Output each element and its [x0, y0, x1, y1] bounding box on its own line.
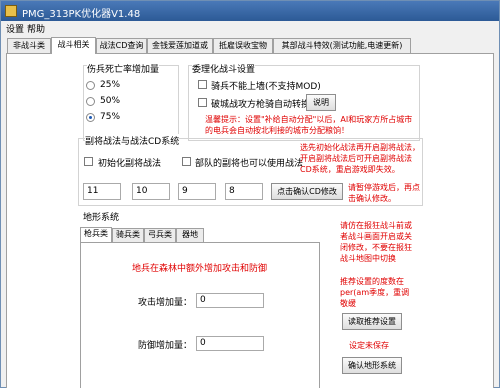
subtab-siege[interactable]: 器地	[176, 228, 204, 242]
init-deputy-checkbox[interactable]	[84, 157, 93, 166]
death-rate-radio-75[interactable]	[86, 113, 95, 122]
cd-value-2[interactable]: 10	[132, 183, 170, 200]
unit-deputy-label: 部队的副将也可以使用战法	[195, 159, 304, 169]
ai-settings-note: 温馨提示：设置"补给自动分配"以后，AI和玩家方所占城市的电兵会自动按北利接的城…	[205, 115, 413, 135]
deputy-tactic-note: 选先初始化战法再开启副将战法，开启副将战法后可开启副将战法CD系统，重启游戏即失…	[300, 143, 420, 174]
subtab-archer[interactable]: 弓兵类	[144, 228, 176, 242]
cd-value-4[interactable]: 8	[225, 183, 263, 200]
tab-treasure[interactable]: 抵雇误收宝物	[213, 38, 273, 53]
cd-value-1[interactable]: 11	[83, 183, 121, 200]
terrain-subpanel: 地兵在森林中额外增加攻击和防御 攻击增加量： 0 防御增加量： 0	[80, 242, 320, 388]
deputy-tactic-label: 副将战法与战法CD系统	[85, 134, 180, 147]
terrain-hint: 地兵在森林中额外增加攻击和防御	[132, 264, 268, 274]
terrain-note-3: 设定未保存	[349, 341, 389, 350]
death-rate-option-25: 25%	[100, 80, 121, 90]
subtab-spear[interactable]: 枪兵类	[80, 227, 112, 242]
terrain-system-label: 地形系统	[83, 210, 120, 223]
menu-bar: 设置 帮助	[1, 21, 499, 35]
app-icon	[5, 5, 17, 17]
cavalry-wall-label: 骑兵不能上墙(不支持MOD)	[211, 82, 321, 92]
cd-confirm-note: 请暂停游戏后，再点击确认修改。	[348, 183, 420, 203]
tab-non-combat[interactable]: 非战斗类	[7, 38, 51, 53]
tab-effects[interactable]: 其部战斗特效(测试功能,电速更新)	[273, 38, 411, 53]
death-rate-option-75: 75%	[100, 112, 121, 122]
attack-increase-label: 攻击增加量：	[138, 298, 193, 308]
death-rate-radio-25[interactable]	[86, 81, 95, 90]
menu-help[interactable]: 帮助	[27, 22, 45, 35]
terrain-note-2: 推荐设置的度数在per(am季度，重调敬缓	[340, 277, 410, 308]
window-title: PMG_313PK优化器V1.48	[22, 9, 141, 20]
confirm-cd-button[interactable]: 点击确认CD修改	[271, 183, 343, 200]
death-rate-label: 伤兵死亡率增加量	[87, 62, 160, 75]
siege-lancer-label: 破城战攻方枪骑自动转换	[211, 100, 311, 110]
cavalry-wall-checkbox[interactable]	[198, 80, 207, 89]
tab-money[interactable]: 金钱爱莲加道或	[147, 38, 213, 53]
confirm-terrain-button[interactable]: 确认地形系统	[342, 357, 402, 374]
read-recommended-button[interactable]: 读取推荐设置	[342, 313, 402, 330]
ai-settings-label: 委理化战斗设置	[192, 62, 256, 75]
tab-tactic-cd[interactable]: 战法CD查询	[96, 38, 147, 53]
subtab-cavalry[interactable]: 骑兵类	[112, 228, 144, 242]
death-rate-option-50: 50%	[100, 96, 121, 106]
menu-settings[interactable]: 设置	[6, 22, 24, 35]
defense-increase-label: 防御增加量：	[138, 341, 193, 351]
death-rate-group	[83, 65, 179, 141]
tab-combat[interactable]: 战斗相关	[51, 37, 96, 54]
terrain-note-1: 请仿在报狂战斗前或者战斗画面开启或关闭修改，不要在报狂战斗地图中切换	[340, 221, 412, 263]
title-bar: PMG_313PK优化器V1.48	[1, 1, 499, 21]
death-rate-radio-50[interactable]	[86, 97, 95, 106]
explain-button[interactable]: 说明	[306, 94, 336, 111]
defense-increase-input[interactable]: 0	[196, 336, 264, 351]
init-deputy-label: 初始化副将战法	[98, 159, 162, 169]
cd-value-3[interactable]: 9	[178, 183, 216, 200]
app-window: PMG_313PK优化器V1.48 设置 帮助 非战斗类 战斗相关 战法CD查询…	[0, 0, 500, 388]
siege-lancer-checkbox[interactable]	[198, 98, 207, 107]
attack-increase-input[interactable]: 0	[196, 293, 264, 308]
unit-deputy-checkbox[interactable]	[182, 157, 191, 166]
